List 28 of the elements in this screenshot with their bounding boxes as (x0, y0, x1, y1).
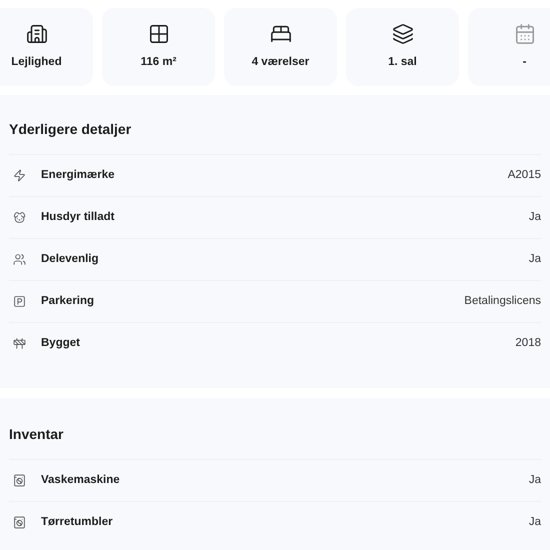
detail-label: Husdyr tilladt (41, 210, 114, 225)
detail-value: Ja (528, 210, 541, 225)
washing-machine-icon (13, 474, 26, 487)
detail-label: Parkering (41, 294, 94, 309)
detail-value: 2018 (515, 336, 541, 351)
section-title: Yderligere detaljer (9, 120, 132, 139)
detail-value: Ja (528, 514, 541, 530)
detail-value: A2015 (508, 168, 541, 183)
detail-value: Ja (528, 252, 541, 267)
detail-label: Vaskemaskine (41, 472, 120, 488)
dog-icon (13, 211, 26, 224)
card-label: Lejlighed (11, 54, 62, 70)
card-label: 4 værelser (252, 54, 310, 70)
dryer-icon (13, 516, 26, 529)
detail-value: Ja (528, 472, 541, 488)
lightning-icon (13, 169, 26, 182)
section-title: Inventar (9, 425, 64, 444)
detail-label: Tørretumbler (41, 514, 113, 530)
construction-icon (13, 337, 26, 350)
card-label: 1. sal (388, 54, 417, 70)
card-label: - (522, 54, 526, 70)
card-label: 116 m² (140, 54, 176, 70)
detail-label: Bygget (41, 336, 80, 351)
parking-icon (13, 295, 26, 308)
detail-label: Energimærke (41, 168, 115, 183)
detail-value: Betalingslicens (464, 294, 541, 309)
detail-label: Delevenlig (41, 252, 99, 267)
people-icon (13, 253, 26, 266)
